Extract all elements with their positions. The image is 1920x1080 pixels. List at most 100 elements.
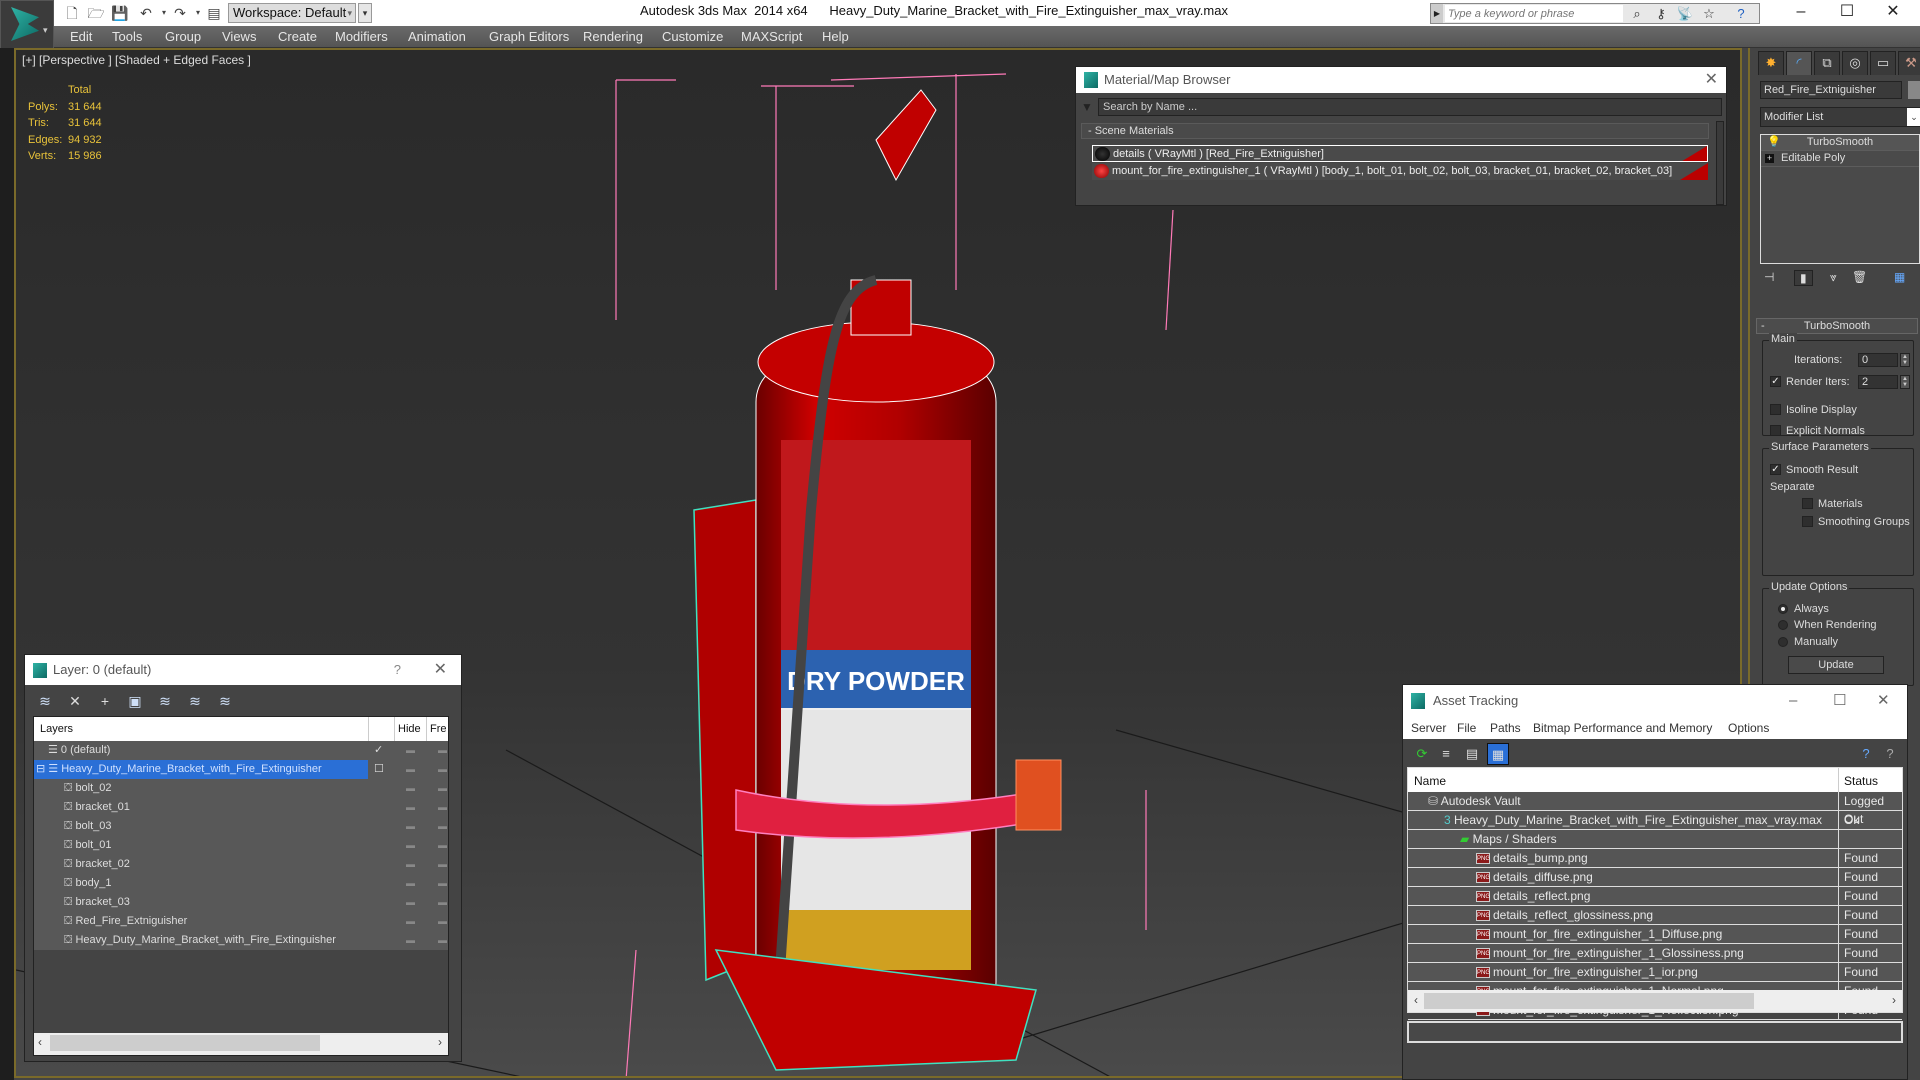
object-row[interactable]: ⛋ bolt_01 ▬ ▬	[34, 836, 448, 855]
expand-arrow-icon[interactable]: ▶	[1431, 4, 1443, 23]
menu-bitmap-performance[interactable]: Bitmap Performance and Memory	[1533, 721, 1712, 735]
freeze-toggle[interactable]: ▬	[438, 893, 447, 911]
turbosmooth-rollout-header[interactable]: - TurboSmooth	[1756, 318, 1918, 334]
asset-row[interactable]: PNG details_reflect_glossiness.png Found	[1408, 906, 1902, 925]
layer-name[interactable]: ⛋ bracket_02	[62, 855, 130, 874]
column-status[interactable]: Status	[1838, 768, 1878, 792]
minimize-button[interactable]: –	[1778, 0, 1824, 26]
render-iters-checkbox[interactable]: ✓	[1770, 376, 1781, 387]
open-file-icon[interactable]: 🗁	[86, 3, 106, 23]
layer-dialog-titlebar[interactable]: Layer: 0 (default) ? ✕	[25, 655, 461, 685]
vault-help-icon[interactable]: ?	[1855, 743, 1877, 765]
hierarchy-tab-icon[interactable]: ⧉	[1814, 51, 1840, 75]
asset-row[interactable]: ⛁ Autodesk Vault Logged Out	[1408, 792, 1902, 826]
freeze-toggle[interactable]: ▬	[438, 855, 447, 873]
material-search-input[interactable]: Search by Name ...	[1098, 98, 1722, 116]
material-browser-titlebar[interactable]: Material/Map Browser ✕	[1076, 67, 1726, 93]
object-row[interactable]: ⛋ body_1 ▬ ▬	[34, 874, 448, 893]
asset-path-field[interactable]	[1407, 1021, 1903, 1043]
hide-toggle[interactable]: ▬	[406, 912, 415, 930]
key-icon[interactable]: ⚷	[1651, 4, 1671, 23]
scroll-left-icon[interactable]: ‹	[38, 1035, 42, 1049]
menu-modifiers[interactable]: Modifiers	[335, 29, 388, 44]
layer-row[interactable]: ☰ 0 (default) ✓ ▬ ▬	[34, 741, 448, 760]
hide-toggle[interactable]: ▬	[406, 855, 415, 873]
layers-horizontal-scrollbar[interactable]: ‹ ›	[34, 1033, 448, 1055]
delete-layer-icon[interactable]: ✕	[65, 691, 85, 711]
object-color-swatch[interactable]	[1908, 81, 1920, 99]
freeze-toggle[interactable]: ▬	[438, 931, 447, 949]
asset-row[interactable]: ▰ Maps / Shaders	[1408, 830, 1902, 849]
material-item-details[interactable]: details ( VRayMtl ) [Red_Fire_Extniguish…	[1092, 145, 1708, 162]
pin-stack-icon[interactable]: ⊣	[1764, 270, 1774, 284]
column-freeze[interactable]: Fre	[430, 723, 447, 735]
hide-toggle[interactable]: ▬	[406, 798, 415, 816]
explicit-normals-checkbox[interactable]	[1770, 425, 1781, 436]
create-layer-icon[interactable]: ≋	[35, 691, 55, 711]
layer-name[interactable]: ⛋ body_1	[62, 874, 112, 893]
layer-row[interactable]: ⊟ ☰ Heavy_Duty_Marine_Bracket_with_Fire_…	[34, 760, 448, 779]
close-icon[interactable]: ✕	[434, 655, 447, 685]
scroll-right-icon[interactable]: ›	[438, 1035, 442, 1049]
select-layer-icon[interactable]: ≋	[155, 691, 175, 711]
scroll-thumb[interactable]	[50, 1035, 320, 1051]
menu-options[interactable]: Options	[1728, 721, 1769, 735]
help-icon[interactable]: ?	[1879, 743, 1901, 765]
viewport-label[interactable]: [+] [Perspective ] [Shaded + Edged Faces…	[22, 53, 251, 67]
menu-graph-editors[interactable]: Graph Editors	[489, 29, 569, 44]
filter-options-icon[interactable]: ▼	[1081, 100, 1093, 114]
layer-name[interactable]: ⊟ ☰ Heavy_Duty_Marine_Bracket_with_Fire_…	[34, 760, 368, 779]
menu-help[interactable]: Help	[822, 29, 849, 44]
menu-create[interactable]: Create	[278, 29, 317, 44]
freeze-toggle[interactable]: ▬	[438, 741, 447, 759]
project-folder-icon[interactable]: ▤	[204, 3, 224, 23]
layer-name[interactable]: ☰ 0 (default)	[46, 741, 110, 760]
current-layer-check-icon[interactable]: ✓	[374, 741, 383, 759]
isoline-display-checkbox[interactable]	[1770, 404, 1781, 415]
scene-materials-group[interactable]: - Scene Materials	[1081, 123, 1709, 139]
app-menu-button[interactable]: ▾	[0, 0, 54, 52]
satellite-icon[interactable]: 📡	[1675, 4, 1695, 23]
render-iters-spinner[interactable]: 2	[1858, 375, 1898, 389]
column-hide[interactable]: Hide	[398, 723, 421, 735]
asset-row[interactable]: PNG mount_for_fire_extinguisher_1_Diffuse…	[1408, 925, 1902, 944]
utilities-tab-icon[interactable]: ⚒	[1898, 51, 1920, 75]
set-current-layer-icon[interactable]: ≋	[185, 691, 205, 711]
freeze-toggle[interactable]: ▬	[438, 760, 447, 778]
material-browser-scrollbar[interactable]	[1716, 121, 1724, 205]
list-view-icon[interactable]: ≡	[1435, 743, 1457, 765]
spinner-arrows-icon[interactable]: ▲ ▼	[1900, 353, 1910, 367]
new-file-icon[interactable]: 🗋	[62, 3, 82, 23]
hide-toggle[interactable]: ▬	[406, 760, 415, 778]
asset-row[interactable]: PNG mount_for_fire_extinguisher_1_ior.png…	[1408, 963, 1902, 982]
quick-access-customize-button[interactable]: ▾	[358, 3, 372, 23]
freeze-toggle[interactable]: ▬	[438, 912, 447, 930]
object-name-field[interactable]: Red_Fire_Extniguisher	[1760, 81, 1902, 99]
lightbulb-icon[interactable]: 💡	[1767, 135, 1781, 150]
layer-name[interactable]: ⛋ bolt_03	[62, 817, 112, 836]
layer-name[interactable]: ⛋ Red_Fire_Extniguisher	[62, 912, 187, 931]
add-to-layer-icon[interactable]: +	[95, 691, 115, 711]
materials-checkbox[interactable]	[1802, 498, 1813, 509]
configure-sets-icon[interactable]: ▦	[1894, 270, 1905, 284]
menu-rendering[interactable]: Rendering	[583, 29, 643, 44]
menu-edit[interactable]: Edit	[70, 29, 92, 44]
thumbnail-view-icon[interactable]: ▤	[1461, 743, 1483, 765]
column-layers[interactable]: Layers	[40, 723, 73, 735]
hide-toggle[interactable]: ▬	[406, 874, 415, 892]
menu-group[interactable]: Group	[165, 29, 201, 44]
show-end-result-icon[interactable]: ▮	[1794, 270, 1813, 286]
object-row[interactable]: ⛋ bracket_02 ▬ ▬	[34, 855, 448, 874]
star-icon[interactable]: ☆	[1699, 4, 1719, 23]
freeze-toggle[interactable]: ▬	[438, 874, 447, 892]
menu-customize[interactable]: Customize	[662, 29, 723, 44]
help-icon[interactable]: ?	[1731, 4, 1751, 23]
save-icon[interactable]: 💾	[110, 3, 130, 23]
asset-row[interactable]: PNG details_reflect.png Found	[1408, 887, 1902, 906]
material-item-mount[interactable]: mount_for_fire_extinguisher_1 ( VRayMtl …	[1092, 163, 1708, 180]
select-objects-icon[interactable]: ▣	[125, 691, 145, 711]
layer-name[interactable]: ⛋ bracket_03	[62, 893, 130, 912]
expand-plus-icon[interactable]: +	[1765, 154, 1774, 163]
refresh-icon[interactable]: ⟳	[1411, 743, 1433, 765]
scroll-right-icon[interactable]: ›	[1892, 993, 1896, 1007]
